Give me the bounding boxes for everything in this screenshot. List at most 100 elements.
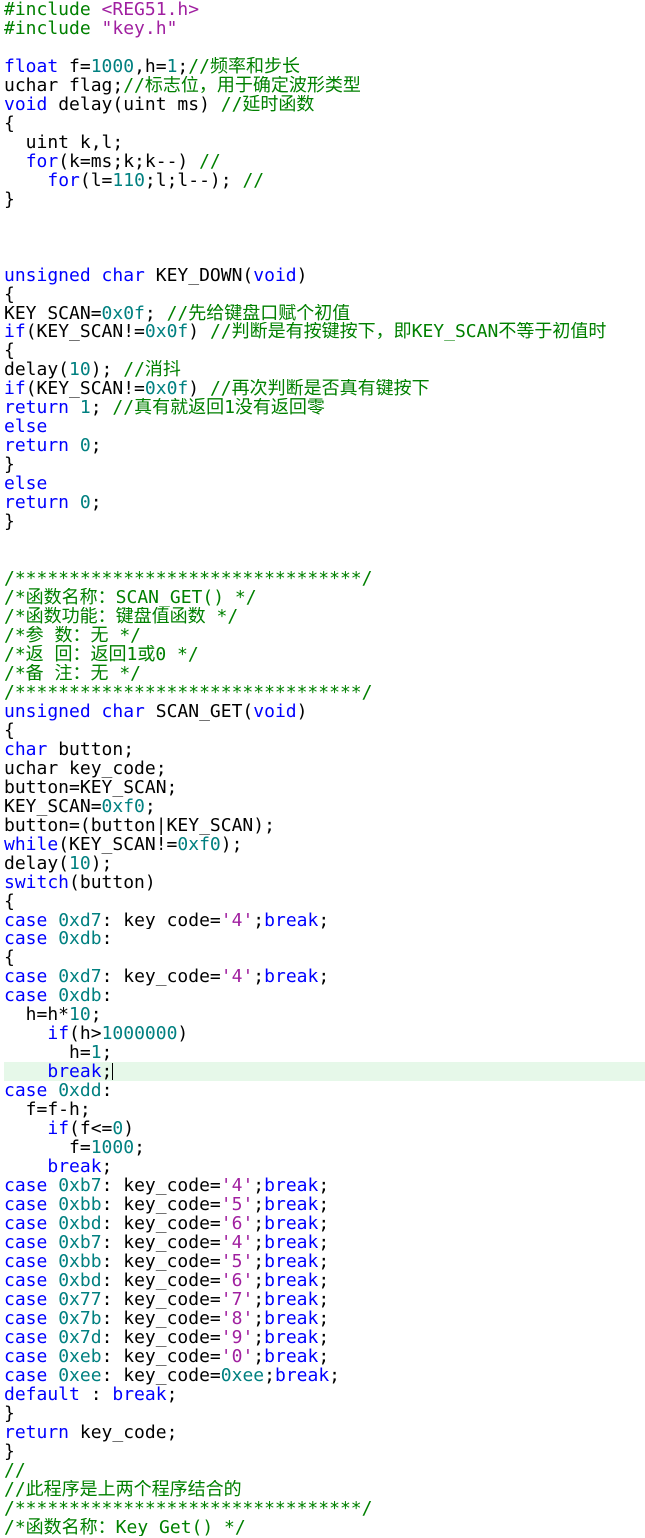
code-line[interactable]: delay(10); [4, 854, 645, 873]
code-line[interactable]: default : break; [4, 1385, 645, 1404]
code-line[interactable] [4, 247, 645, 266]
code-line[interactable]: for(l=110;l;l--); // [4, 171, 645, 190]
text-token: ; [101, 1157, 113, 1177]
text-token: button=(button|KEY_SCAN); [4, 815, 275, 835]
number-token: 1 [90, 1043, 102, 1063]
code-line[interactable]: /*函数名称：Key_Get() */ [4, 1518, 645, 1537]
code-line[interactable]: /********************************/ [4, 683, 645, 702]
text-token: ; [318, 910, 330, 930]
code-line[interactable]: uchar key_code; [4, 759, 645, 778]
code-line[interactable]: case 0xbd: key_code='6';break; [4, 1271, 645, 1290]
code-line[interactable]: if(f<=0) [4, 1119, 645, 1138]
code-line[interactable] [4, 228, 645, 247]
code-line[interactable]: case 0x7d: key_code='9';break; [4, 1328, 645, 1347]
char-token: '6' [220, 1214, 254, 1233]
code-line[interactable]: case 0xdb: [4, 986, 645, 1005]
keyword-token: return [4, 436, 70, 456]
code-line[interactable]: case 0xdd: [4, 1081, 645, 1100]
text-token: : [101, 986, 113, 1006]
code-line[interactable]: /********************************/ [4, 569, 645, 588]
code-line[interactable]: case 0xb7: key_code='4';break; [4, 1176, 645, 1195]
char-token: '6' [220, 1270, 254, 1290]
number-token: 0 [79, 493, 91, 513]
code-line[interactable]: #include "key.h" [4, 19, 645, 38]
code-line[interactable]: //此程序是上两个程序结合的 [4, 1480, 645, 1499]
text-token: : key_code= [101, 1214, 221, 1233]
current-code-line[interactable]: break; [4, 1062, 645, 1082]
code-line[interactable]: } [4, 455, 645, 474]
code-line[interactable]: while(KEY_SCAN!=0xf0); [4, 835, 645, 854]
code-line[interactable]: button=(button|KEY_SCAN); [4, 816, 645, 835]
code-line[interactable]: case 0xd7: key_code='4';break; [4, 911, 645, 930]
code-line[interactable]: button=KEY_SCAN; [4, 778, 645, 797]
code-line[interactable]: case 0xeb: key_code='0';break; [4, 1347, 645, 1366]
code-line[interactable]: f=f-h; [4, 1100, 645, 1119]
code-line[interactable]: char button; [4, 740, 645, 759]
code-line[interactable]: { [4, 892, 645, 911]
code-line[interactable] [4, 531, 645, 550]
code-line[interactable]: /*函数功能：键盘值函数 */ [4, 607, 645, 626]
code-line[interactable]: } [4, 512, 645, 531]
code-line[interactable]: unsigned char SCAN_GET(void) [4, 702, 645, 721]
code-line[interactable]: case 0xbd: key_code='6';break; [4, 1214, 645, 1233]
code-line[interactable]: { [4, 285, 645, 304]
code-line[interactable]: case 0xd7: key_code='4';break; [4, 967, 645, 986]
code-line[interactable]: { [4, 114, 645, 133]
code-line[interactable]: /*函数名称：SCAN_GET() */ [4, 588, 645, 607]
code-line[interactable]: #include <REG51.h> [4, 0, 645, 19]
code-line[interactable]: f=1000; [4, 1138, 645, 1157]
code-line[interactable]: case 0xbb: key_code='5';break; [4, 1252, 645, 1271]
code-line[interactable]: return 0; [4, 493, 645, 512]
code-line[interactable]: uchar flag;//标志位，用于确定波形类型 [4, 76, 645, 95]
code-line[interactable]: // [4, 1461, 645, 1480]
code-line[interactable]: return key_code; [4, 1423, 645, 1442]
code-line[interactable]: /*返 回：返回1或0 */ [4, 645, 645, 664]
code-line[interactable]: } [4, 1404, 645, 1423]
code-line[interactable]: } [4, 190, 645, 209]
code-line[interactable]: delay(10); //消抖 [4, 360, 645, 379]
code-line[interactable] [4, 38, 645, 57]
code-line[interactable]: { [4, 948, 645, 967]
code-line[interactable]: if(h>1000000) [4, 1024, 645, 1043]
keyword-token: break [112, 1384, 167, 1404]
code-line[interactable]: case 0xbb: key_code='5';break; [4, 1195, 645, 1214]
code-line[interactable]: else [4, 474, 645, 493]
code-line[interactable]: case 0xee: key_code=0xee;break; [4, 1366, 645, 1385]
code-line[interactable]: uint k,l; [4, 133, 645, 152]
code-line[interactable]: { [4, 721, 645, 740]
code-line[interactable]: case 0x7b: key_code='8';break; [4, 1309, 645, 1328]
code-line[interactable]: switch(button) [4, 873, 645, 892]
code-line[interactable]: if(KEY_SCAN!=0x0f) //判断是有按键按下，即KEY_SCAN不… [4, 322, 645, 341]
code-line[interactable]: return 1; //真有就返回1没有返回零 [4, 398, 645, 417]
code-line[interactable]: return 0; [4, 436, 645, 455]
code-line[interactable]: } [4, 1442, 645, 1461]
code-line[interactable]: h=h*10; [4, 1005, 645, 1024]
code-line[interactable]: float f=1000,h=1;//频率和步长 [4, 57, 645, 76]
code-line[interactable]: h=1; [4, 1043, 645, 1062]
code-line[interactable] [4, 550, 645, 569]
comment-token: /*参 数：无 */ [4, 625, 142, 645]
code-line[interactable]: unsigned char KEY_DOWN(void) [4, 266, 645, 285]
code-line[interactable]: /*参 数：无 */ [4, 626, 645, 645]
code-editor[interactable]: #include <REG51.h> #include "key.h" float … [0, 0, 645, 1538]
keyword-token: void [253, 701, 297, 721]
code-line[interactable] [4, 209, 645, 228]
code-line[interactable]: case 0x77: key_code='7';break; [4, 1290, 645, 1309]
code-line[interactable]: void delay(uint ms) //延时函数 [4, 95, 645, 114]
code-line[interactable]: for(k=ms;k;k--) // [4, 152, 645, 171]
code-line[interactable]: /********************************/ [4, 1499, 645, 1518]
code-line[interactable]: else [4, 417, 645, 436]
code-line[interactable]: KEY_SCAN=0xf0; [4, 797, 645, 816]
text-token: ; [144, 303, 167, 323]
code-line[interactable]: case 0xb7: key_code='4';break; [4, 1233, 645, 1252]
code-line[interactable]: /*备 注：无 */ [4, 664, 645, 683]
char-token: '4' [220, 967, 254, 987]
code-line[interactable]: KEY_SCAN=0x0f; //先给键盘口赋个初值 [4, 304, 645, 323]
code-line[interactable]: case 0xdb: [4, 929, 645, 948]
code-line[interactable]: { [4, 341, 645, 360]
code-line[interactable]: if(KEY_SCAN!=0x0f) //再次判断是否真有键按下 [4, 379, 645, 398]
text-token: ) [296, 265, 308, 285]
code-line[interactable]: break; [4, 1157, 645, 1176]
